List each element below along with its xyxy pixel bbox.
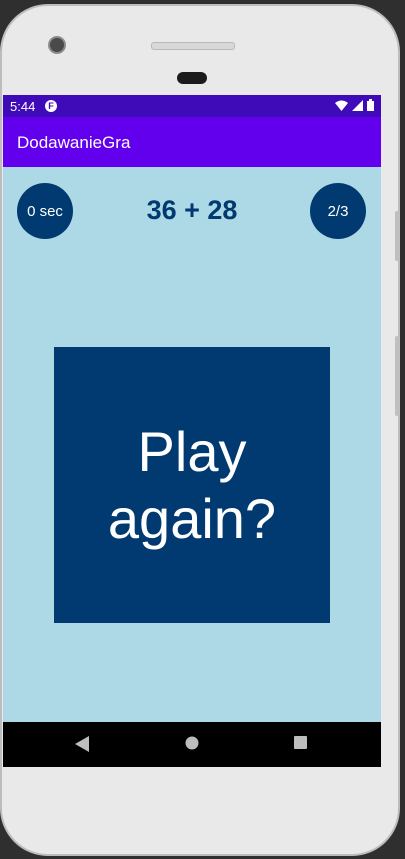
- phone-frame: 5:44 F DodawanieGra 0 sec 36 + 28 2/3 Pl…: [0, 4, 400, 856]
- play-again-button[interactable]: Play again?: [54, 347, 330, 623]
- app-bar: DodawanieGra: [3, 117, 381, 167]
- signal-icon: [352, 99, 363, 111]
- wifi-icon: [335, 100, 348, 111]
- device-screen: 5:44 F DodawanieGra 0 sec 36 + 28 2/3 Pl…: [3, 95, 381, 767]
- play-again-label: Play again?: [107, 419, 277, 550]
- f-icon: F: [45, 100, 57, 112]
- score-badge: 2/3: [310, 183, 366, 239]
- battery-icon: [367, 99, 374, 111]
- recents-icon[interactable]: [294, 736, 307, 749]
- question-text: 36 + 28: [146, 195, 238, 225]
- earpiece: [177, 72, 207, 84]
- timer-badge: 0 sec: [17, 183, 73, 239]
- status-bar: 5:44 F: [3, 95, 381, 117]
- app-title: DodawanieGra: [17, 133, 131, 152]
- front-camera: [48, 36, 66, 54]
- back-icon[interactable]: [75, 736, 89, 752]
- home-icon[interactable]: [185, 736, 199, 750]
- game-area: 0 sec 36 + 28 2/3 Play again?: [3, 167, 381, 722]
- volume-button: [395, 336, 400, 416]
- power-button: [395, 211, 400, 261]
- status-time: 5:44: [10, 99, 36, 114]
- top-speaker: [151, 42, 235, 50]
- navigation-bar: [3, 722, 381, 767]
- status-icons: [335, 99, 374, 111]
